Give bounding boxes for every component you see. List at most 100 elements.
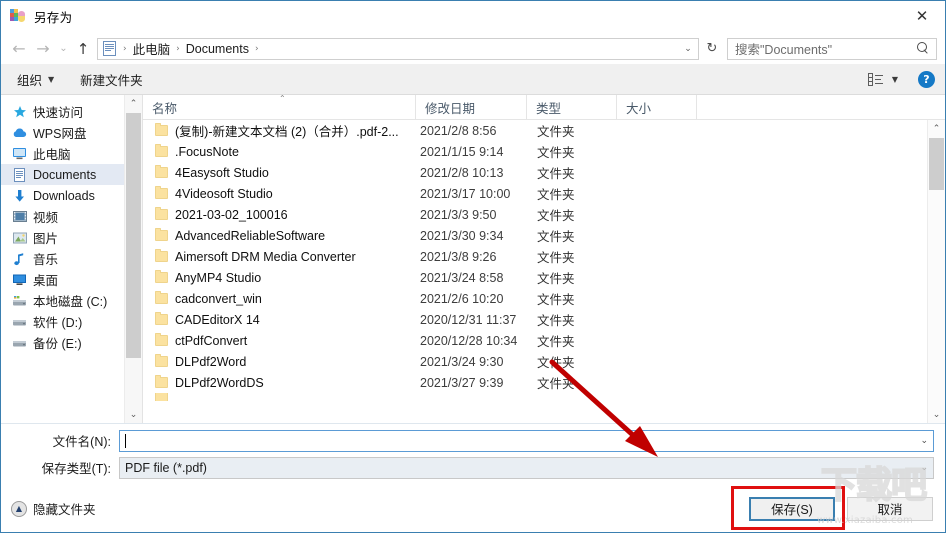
music-icon xyxy=(11,252,28,266)
star-icon xyxy=(11,105,28,119)
folder-icon xyxy=(155,186,168,199)
sidebar-item-this-pc[interactable]: 此电脑 xyxy=(1,143,142,164)
table-row[interactable]: CADEditorX 14 2020/12/31 11:37 文件夹 xyxy=(143,309,945,330)
filename-input[interactable]: ⌄ xyxy=(119,429,934,452)
chevron-down-icon[interactable]: ⌄ xyxy=(920,458,928,478)
sidebar-item-downloads[interactable]: Downloads xyxy=(1,185,142,206)
file-type: 文件夹 xyxy=(537,377,575,391)
table-row[interactable]: DLPdf2WordDS 2021/3/27 9:39 文件夹 xyxy=(143,372,945,393)
file-list-scrollbar[interactable]: ⌃ ⌄ xyxy=(927,120,945,423)
column-header-date[interactable]: 修改日期 xyxy=(415,95,526,119)
column-header-row: 名称 ⌃ 修改日期 类型 大小 xyxy=(143,94,945,120)
drive-icon xyxy=(11,317,28,327)
table-row-partial[interactable] xyxy=(143,393,945,401)
file-name: 4Easysoft Studio xyxy=(175,165,269,180)
table-row[interactable]: Aimersoft DRM Media Converter 2021/3/8 9… xyxy=(143,246,945,267)
sidebar-item-label: 视频 xyxy=(33,211,59,225)
video-icon xyxy=(11,210,28,223)
chevron-down-icon[interactable]: ⌄ xyxy=(678,39,698,59)
help-button[interactable]: ? xyxy=(918,70,935,88)
file-type: 文件夹 xyxy=(537,272,575,286)
scroll-up-icon[interactable]: ⌃ xyxy=(928,120,945,137)
sidebar-item-quick-access[interactable]: 快速访问 xyxy=(1,101,142,122)
column-header-type[interactable]: 类型 xyxy=(526,95,616,119)
table-row[interactable]: .FocusNote 2021/1/15 9:14 文件夹 xyxy=(143,141,945,162)
scroll-down-icon[interactable]: ⌄ xyxy=(125,406,142,423)
file-type: 文件夹 xyxy=(537,188,575,202)
file-name: DLPdf2Word xyxy=(175,354,247,369)
scrollbar-thumb[interactable] xyxy=(929,138,944,190)
file-date: 2021/3/30 9:34 xyxy=(420,228,504,243)
file-name: AdvancedReliableSoftware xyxy=(175,228,326,243)
table-row[interactable]: 2021-03-02_100016 2021/3/3 9:50 文件夹 xyxy=(143,204,945,225)
file-date: 2021/3/8 9:26 xyxy=(420,249,497,264)
cancel-button[interactable]: 取消 xyxy=(847,496,933,521)
sidebar-item-drive-d[interactable]: 软件 (D:) xyxy=(1,311,142,332)
navigation-pane-scrollbar[interactable]: ⌃ ⌄ xyxy=(124,95,142,423)
sidebar-item-label: 音乐 xyxy=(33,253,59,267)
back-button[interactable]: ← xyxy=(7,37,31,61)
change-view-button[interactable]: ▼ xyxy=(862,70,904,89)
table-row[interactable]: AnyMP4 Studio 2021/3/24 8:58 文件夹 xyxy=(143,267,945,288)
scroll-up-icon[interactable]: ⌃ xyxy=(125,95,142,112)
refresh-button[interactable]: ↻ xyxy=(701,38,723,60)
savetype-select[interactable]: PDF file (*.pdf) ⌄ xyxy=(119,456,934,479)
sidebar-item-drive-e[interactable]: 备份 (E:) xyxy=(1,332,142,353)
file-type: 文件夹 xyxy=(537,335,575,349)
breadcrumb-documents[interactable]: Documents xyxy=(184,42,251,56)
sidebar-item-label: Downloads xyxy=(33,188,95,203)
chevron-down-icon[interactable]: ⌄ xyxy=(920,431,928,451)
file-type: 文件夹 xyxy=(537,209,575,223)
sidebar-item-wps-cloud[interactable]: WPS网盘 xyxy=(1,122,142,143)
table-row[interactable]: DLPdf2Word 2021/3/24 9:30 文件夹 xyxy=(143,351,945,372)
table-row[interactable]: 4Videosoft Studio 2021/3/17 10:00 文件夹 xyxy=(143,183,945,204)
new-folder-button[interactable]: 新建文件夹 xyxy=(74,67,149,92)
forward-button[interactable]: → xyxy=(31,37,55,61)
table-row[interactable]: ctPdfConvert 2020/12/28 10:34 文件夹 xyxy=(143,330,945,351)
sidebar-item-local-disk-c[interactable]: 本地磁盘 (C:) xyxy=(1,290,142,311)
scroll-down-icon[interactable]: ⌄ xyxy=(928,406,945,423)
scrollbar-thumb[interactable] xyxy=(126,113,141,358)
folder-icon xyxy=(155,291,168,304)
file-date: 2021/3/27 9:39 xyxy=(420,375,504,390)
system-drive-icon xyxy=(11,295,28,307)
column-label: 名称 xyxy=(152,101,178,116)
column-label: 修改日期 xyxy=(425,101,476,116)
file-type: 文件夹 xyxy=(537,167,575,181)
sidebar-item-desktop[interactable]: 桌面 xyxy=(1,269,142,290)
column-label: 类型 xyxy=(536,101,562,116)
folder-icon xyxy=(155,393,168,401)
file-name: .FocusNote xyxy=(175,144,239,159)
file-date: 2021/3/17 10:00 xyxy=(420,186,511,201)
breadcrumb-this-pc[interactable]: 此电脑 xyxy=(131,39,173,58)
sidebar-item-videos[interactable]: 视频 xyxy=(1,206,142,227)
close-icon[interactable]: ✕ xyxy=(899,1,945,31)
table-row[interactable]: AdvancedReliableSoftware 2021/3/30 9:34 … xyxy=(143,225,945,246)
breadcrumb-separator-2[interactable]: › xyxy=(251,44,263,54)
table-row[interactable]: (复制)-新建文本文档 (2)（合并）.pdf-2... 2021/2/8 8:… xyxy=(143,120,945,141)
column-label: 大小 xyxy=(626,101,652,116)
file-type: 文件夹 xyxy=(537,230,575,244)
column-header-size[interactable]: 大小 xyxy=(616,95,696,119)
file-type: 文件夹 xyxy=(537,251,575,265)
organize-button[interactable]: 组织 ▼ xyxy=(11,67,60,92)
search-input[interactable]: 搜索"Documents" xyxy=(727,37,937,60)
save-button[interactable]: 保存(S) xyxy=(749,496,835,521)
save-as-icon xyxy=(10,8,26,25)
up-button[interactable]: ↑ xyxy=(72,37,94,61)
file-name: (复制)-新建文本文档 (2)（合并）.pdf-2... xyxy=(175,125,399,139)
folder-icon xyxy=(155,123,168,136)
table-row[interactable]: cadconvert_win 2021/2/6 10:20 文件夹 xyxy=(143,288,945,309)
address-bar[interactable]: › 此电脑 › Documents › ⌄ xyxy=(97,37,699,60)
hide-folders-button[interactable]: ▲ 隐藏文件夹 xyxy=(11,499,96,518)
sidebar-item-documents[interactable]: Documents xyxy=(1,164,142,185)
filename-row: 文件名(N): ⌄ xyxy=(1,429,945,452)
sidebar-item-music[interactable]: 音乐 xyxy=(1,248,142,269)
column-header-name[interactable]: 名称 ⌃ xyxy=(143,94,415,119)
navigation-bar: ← → ⌄ ↑ › 此电脑 › Documents › ⌄ ↻ 搜索"Docum… xyxy=(1,33,945,64)
sidebar-item-pictures[interactable]: 图片 xyxy=(1,227,142,248)
table-row[interactable]: 4Easysoft Studio 2021/2/8 10:13 文件夹 xyxy=(143,162,945,183)
file-date: 2021/3/24 9:30 xyxy=(420,354,504,369)
file-name: CADEditorX 14 xyxy=(175,312,260,327)
recent-locations-button[interactable]: ⌄ xyxy=(55,37,72,61)
